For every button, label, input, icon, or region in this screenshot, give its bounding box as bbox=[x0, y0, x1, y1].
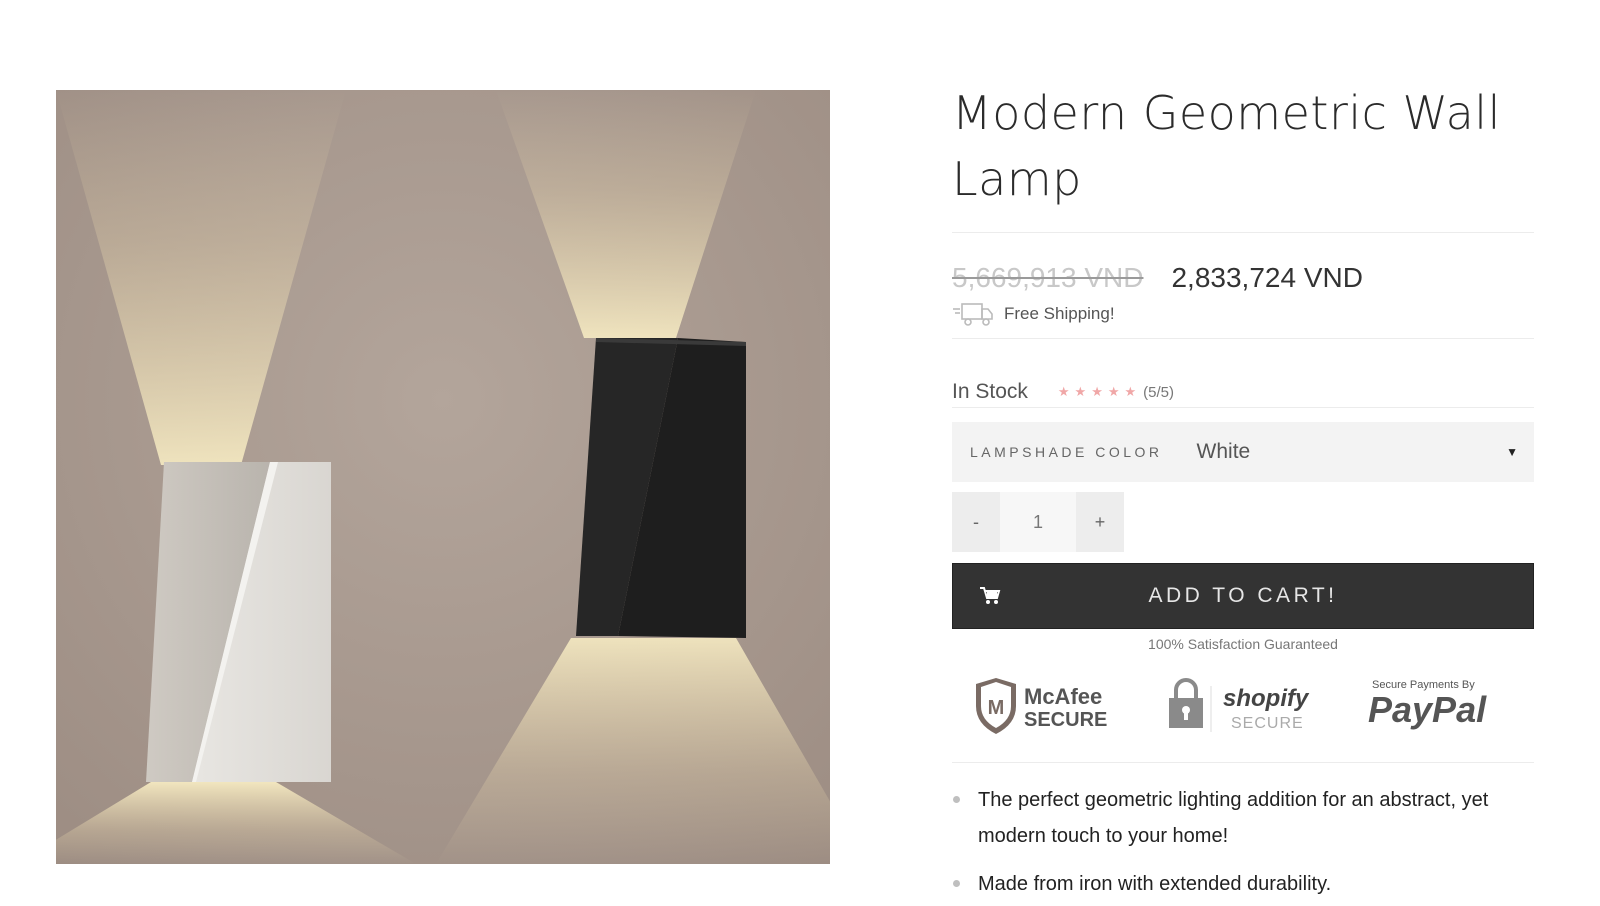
product-title: Modern Geometric Wall Lamp bbox=[952, 86, 1501, 206]
star-icon: ★ bbox=[1057, 384, 1070, 399]
lampshade-color-select[interactable]: LAMPSHADE COLOR White ▼ bbox=[952, 422, 1534, 482]
variant-label: LAMPSHADE COLOR bbox=[970, 444, 1163, 460]
variant-value: White bbox=[1196, 440, 1251, 463]
divider bbox=[952, 407, 1534, 408]
quantity-decrease-button[interactable]: - bbox=[952, 492, 1000, 552]
stock-row: In Stock ★ ★ ★ ★ ★ (5/5) bbox=[952, 366, 1174, 418]
svg-text:PayPal: PayPal bbox=[1368, 689, 1487, 730]
rating-stars[interactable]: ★ ★ ★ ★ ★ (5/5) bbox=[1058, 384, 1174, 401]
mcafee-secure-badge: M McAfee SECURE bbox=[970, 676, 1110, 736]
satisfaction-guarantee: 100% Satisfaction Guaranteed bbox=[1148, 636, 1338, 652]
stock-status: In Stock bbox=[952, 380, 1028, 403]
svg-text:SECURE: SECURE bbox=[1231, 715, 1304, 732]
star-icon: ★ bbox=[1107, 384, 1120, 399]
feature-list: The perfect geometric lighting addition … bbox=[952, 782, 1534, 906]
truck-icon bbox=[953, 303, 993, 326]
quantity-increase-button[interactable]: + bbox=[1076, 492, 1124, 552]
sale-price: 2,833,724 VND bbox=[1171, 262, 1363, 293]
add-to-cart-button[interactable]: ADD TO CART! bbox=[952, 563, 1534, 629]
product-details: Modern Geometric Wall Lamp 5,669,913 VND… bbox=[952, 80, 1534, 895]
paypal-logo-icon: Secure Payments By PayPal bbox=[1368, 679, 1487, 730]
quantity-input[interactable]: 1 bbox=[1000, 492, 1076, 552]
caret-down-icon: ▼ bbox=[1506, 445, 1518, 459]
star-icon: ★ bbox=[1091, 384, 1103, 399]
star-icon: ★ bbox=[1124, 384, 1137, 399]
shopify-secure-badge: shopify SECURE bbox=[1163, 676, 1313, 736]
shipping-row: Free Shipping! bbox=[952, 294, 1115, 334]
trust-badges: M McAfee SECURE shopify SECURE Secure Pa… bbox=[952, 668, 1534, 744]
compare-at-price: 5,669,913 VND bbox=[952, 262, 1144, 293]
quantity-stepper: - 1 + bbox=[952, 492, 1124, 552]
svg-text:shopify: shopify bbox=[1223, 685, 1310, 712]
feature-item: The perfect geometric lighting addition … bbox=[952, 782, 1534, 854]
lock-icon: shopify SECURE bbox=[1169, 678, 1310, 732]
divider bbox=[952, 338, 1534, 339]
add-to-cart-label: ADD TO CART! bbox=[1148, 584, 1338, 607]
mcafee-shield-icon: M McAfee SECURE bbox=[976, 678, 1107, 734]
cart-icon bbox=[980, 587, 1001, 604]
paypal-secure-badge: Secure Payments By PayPal bbox=[1366, 676, 1516, 736]
product-image[interactable] bbox=[56, 90, 830, 864]
rating-text: (5/5) bbox=[1143, 383, 1174, 401]
divider bbox=[952, 232, 1534, 233]
svg-text:SECURE: SECURE bbox=[1024, 709, 1107, 731]
svg-text:M: M bbox=[988, 697, 1005, 719]
divider bbox=[952, 762, 1534, 763]
shipping-text: Free Shipping! bbox=[1004, 304, 1115, 323]
star-icon: ★ bbox=[1074, 384, 1087, 399]
svg-text:McAfee: McAfee bbox=[1024, 684, 1102, 709]
feature-item: Made from iron with extended durability. bbox=[952, 866, 1534, 902]
